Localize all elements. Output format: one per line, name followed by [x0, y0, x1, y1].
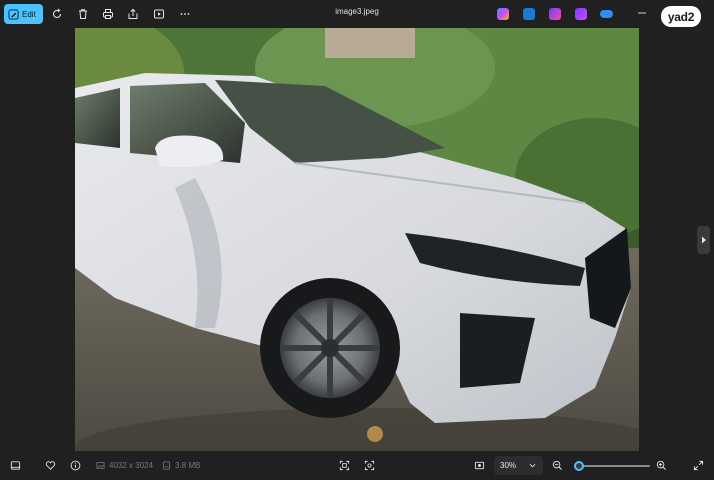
- actual-size-icon[interactable]: [363, 459, 376, 472]
- clipchamp-icon[interactable]: [523, 8, 535, 20]
- zoom-dropdown[interactable]: 30%: [494, 456, 543, 475]
- onedrive-icon[interactable]: [600, 10, 613, 18]
- next-image-button[interactable]: [697, 226, 710, 254]
- pen-icon: [8, 8, 19, 20]
- storage-icon: [162, 461, 171, 470]
- share-icon[interactable]: [126, 7, 140, 21]
- video-editor-icon[interactable]: [575, 8, 587, 20]
- chevron-right-icon: [701, 236, 706, 244]
- chevron-down-icon: [529, 463, 536, 468]
- print-icon[interactable]: [101, 7, 115, 21]
- fullscreen-icon[interactable]: [692, 459, 705, 472]
- zoom-slider-track: [574, 465, 650, 467]
- image-size-icon: [96, 461, 105, 470]
- top-toolbar: Edit image3.jpeg yad2: [0, 0, 714, 28]
- edit-label: Edit: [22, 9, 36, 19]
- image-dimensions: 4032 x 3024: [96, 461, 153, 470]
- window-title: image3.jpeg: [335, 7, 379, 16]
- bottom-bar: 4032 x 3024 3.8 MB 30%: [0, 451, 714, 480]
- file-size: 3.8 MB: [162, 461, 200, 470]
- zoom-out-icon[interactable]: [551, 459, 564, 472]
- view-mode-icon[interactable]: [473, 459, 486, 472]
- file-size-text: 3.8 MB: [175, 461, 201, 470]
- favorite-icon[interactable]: [44, 459, 57, 472]
- car-photo: [75, 28, 639, 451]
- zoom-slider-thumb[interactable]: [574, 461, 584, 471]
- info-icon[interactable]: [69, 459, 82, 472]
- copilot-icon[interactable]: [497, 8, 509, 20]
- fit-to-window-icon[interactable]: [338, 459, 351, 472]
- photo-viewport[interactable]: [75, 28, 639, 451]
- dimensions-text: 4032 x 3024: [109, 461, 154, 470]
- edit-button[interactable]: Edit: [4, 4, 43, 24]
- zoom-value: 30%: [500, 461, 517, 470]
- slideshow-icon[interactable]: [152, 7, 166, 21]
- zoom-slider[interactable]: [574, 460, 650, 472]
- delete-icon[interactable]: [76, 7, 90, 21]
- rotate-icon[interactable]: [50, 7, 64, 21]
- brand-logo: yad2: [661, 6, 701, 27]
- more-icon[interactable]: [178, 7, 192, 21]
- filmstrip-icon[interactable]: [9, 459, 22, 472]
- zoom-in-icon[interactable]: [655, 459, 668, 472]
- designer-icon[interactable]: [549, 8, 561, 20]
- minimize-icon[interactable]: [637, 8, 647, 18]
